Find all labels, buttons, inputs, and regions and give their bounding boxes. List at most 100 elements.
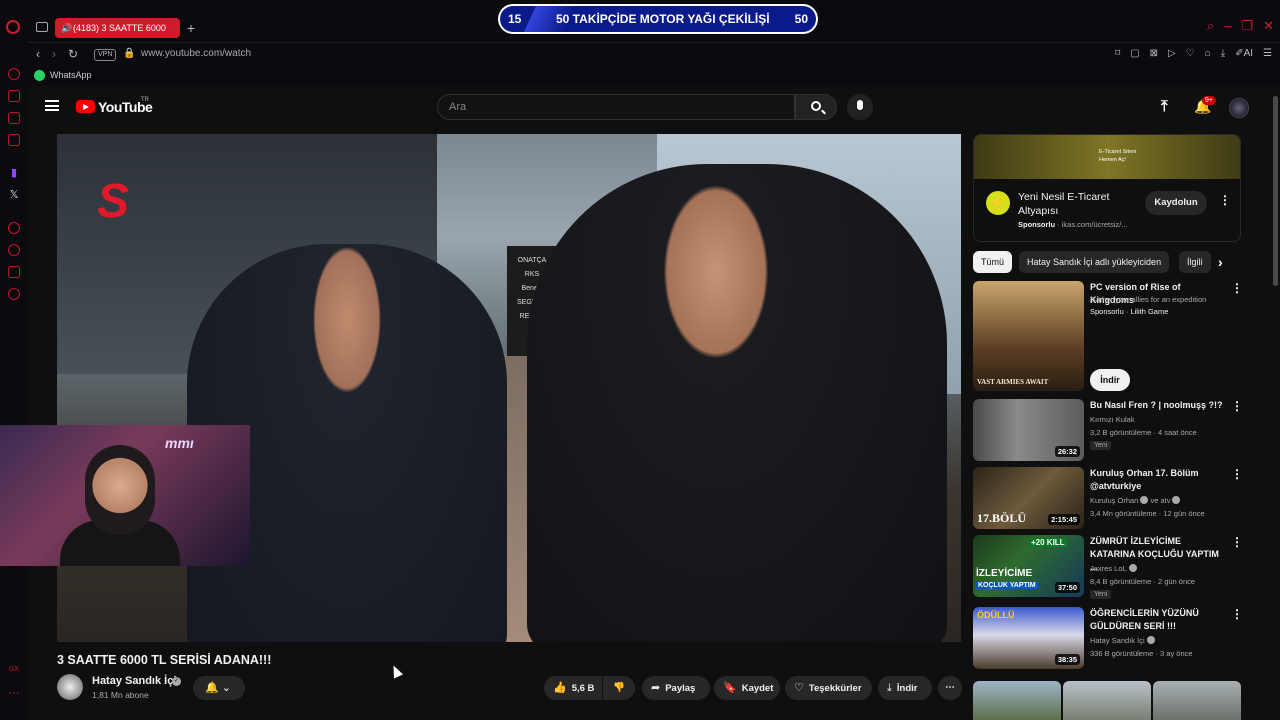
rec-channel[interactable]: Jaxres LoL: [1090, 564, 1137, 573]
chevron-right-icon[interactable]: ›: [1218, 254, 1223, 270]
rec-title[interactable]: Kuruluş Orhan 17. Bölüm @atvturkiye: [1090, 467, 1226, 493]
search-tabs-icon[interactable]: ⌕: [1207, 18, 1214, 34]
close-icon[interactable]: ✕: [1263, 18, 1274, 34]
easy-setup-icon[interactable]: ☰: [1263, 48, 1272, 59]
sponsored-ad-card[interactable]: E-Ticaret Siteni Hemen Aç! ⚡ Yeni Nesil …: [973, 134, 1241, 242]
wallet-icon[interactable]: ⌂: [1205, 48, 1211, 59]
bookmark-whatsapp[interactable]: WhatsApp: [50, 70, 92, 80]
reload-icon[interactable]: ↻: [68, 47, 78, 61]
more-vert-icon[interactable]: ⋮: [1231, 399, 1243, 413]
whatsapp-icon[interactable]: [34, 70, 45, 81]
minimize-icon[interactable]: –: [1224, 18, 1231, 34]
ad-signup-button[interactable]: Kaydolun: [1145, 191, 1207, 215]
opera-gx-logo-icon[interactable]: [6, 20, 20, 34]
chip-from-uploader[interactable]: Hatay Sandık İçi adlı yükleyiciden: [1019, 251, 1170, 273]
ad-more-icon[interactable]: ⋮: [1219, 193, 1231, 207]
music-player-icon[interactable]: [8, 222, 20, 234]
player-icon[interactable]: ▷: [1168, 48, 1176, 59]
thumbnail[interactable]: 17.BÖLÜ 2:15:45: [973, 467, 1084, 529]
channel-name[interactable]: Hatay Sandık İçi: [92, 675, 176, 687]
list-item[interactable]: +20 KILL İZLEYİCİME KOÇLUK YAPTIM 37:50 …: [973, 535, 1243, 599]
short-thumbnail[interactable]: [1153, 681, 1241, 720]
lock-icon[interactable]: 🔒: [123, 48, 135, 59]
channel-avatar[interactable]: [57, 674, 83, 700]
chip-related[interactable]: İlgili: [1179, 251, 1211, 273]
hamburger-menu-icon[interactable]: [45, 100, 59, 111]
youtube-logo-icon[interactable]: [76, 100, 95, 113]
subscription-bell-button[interactable]: 🔔 ⌄: [193, 676, 245, 700]
twitch-icon[interactable]: ▮: [8, 166, 20, 179]
chip-all[interactable]: Tümü: [973, 251, 1013, 273]
rec-sponsor: Sponsorlu · Lilith Game: [1090, 307, 1169, 316]
forward-icon[interactable]: ›: [52, 47, 56, 61]
list-item[interactable]: VAST ARMIES AWAIT PC version of Rise of …: [973, 281, 1243, 391]
thanks-button[interactable]: ♡ Teşekkürler: [785, 676, 872, 700]
new-tab-button[interactable]: +: [184, 18, 198, 38]
short-thumbnail[interactable]: [973, 681, 1061, 720]
heart-icon[interactable]: ♡: [1186, 48, 1195, 59]
like-button[interactable]: 👍 5,6 B: [544, 676, 602, 700]
search-input[interactable]: Ara: [437, 94, 795, 120]
more-vert-icon[interactable]: ⋮: [1231, 467, 1243, 481]
share-button[interactable]: ➦ Paylaş: [642, 676, 710, 700]
browser-sidebar: ▮ 𝕏 GX ⋯: [0, 42, 28, 720]
messenger-icon[interactable]: [8, 134, 20, 146]
rec-channel[interactable]: Kuruluş Orhan ve atv: [1090, 496, 1181, 505]
tab-islands-icon[interactable]: [36, 22, 48, 32]
adblock-icon[interactable]: ⊠: [1150, 48, 1158, 59]
history-icon[interactable]: [8, 244, 20, 256]
page-scrollbar[interactable]: [1271, 86, 1280, 720]
video-title: 3 SAATTE 6000 TL SERİSİ ADANA!!!: [57, 653, 272, 667]
chevron-down-icon: ⌄: [221, 682, 231, 694]
sidebar-more-icon[interactable]: ⋯: [8, 686, 20, 699]
create-upload-icon[interactable]: ⤒: [1161, 98, 1168, 115]
maximize-icon[interactable]: ❐: [1241, 18, 1253, 34]
download-button[interactable]: ⤓ İndir: [878, 676, 932, 700]
account-avatar[interactable]: [1229, 98, 1249, 118]
thumbnail[interactable]: 26:32: [973, 399, 1084, 461]
install-button[interactable]: İndir: [1090, 369, 1130, 391]
vpn-badge[interactable]: VPN: [94, 49, 117, 61]
thumbnail[interactable]: VAST ARMIES AWAIT: [973, 281, 1084, 391]
bookmark-icon[interactable]: ⌑: [1115, 48, 1120, 59]
gx-corner-icon[interactable]: [8, 90, 20, 102]
dislike-button[interactable]: 👎: [603, 676, 635, 700]
list-item[interactable]: ÖDÜLLÜ 38:35 ÖĞRENCİLERİN YÜZÜNÜ GÜLDÜRE…: [973, 607, 1243, 669]
rec-channel[interactable]: Kırmızı Kulak: [1090, 415, 1135, 424]
save-button[interactable]: 🔖 Kaydet: [714, 676, 780, 700]
voice-search-button[interactable]: [847, 94, 873, 120]
rec-channel[interactable]: Hatay Sandık İçi: [1090, 636, 1155, 645]
list-item[interactable]: 26:32 Bu Nasıl Fren ? | noolmuşş ?!? Kır…: [973, 399, 1243, 461]
share-label: Paylaş: [665, 683, 696, 694]
thumbnail-badge: +20 KILL: [1029, 538, 1067, 547]
snapshot-icon[interactable]: ▢: [1130, 48, 1139, 59]
gx-cleaner-icon[interactable]: [8, 112, 20, 124]
rec-title[interactable]: Bu Nasıl Fren ? | noolmuşş ?!?: [1090, 399, 1226, 412]
ad-title[interactable]: Yeni Nesil E-Ticaret Altyapısı: [1018, 190, 1148, 218]
more-vert-icon[interactable]: ⋮: [1231, 281, 1243, 295]
more-vert-icon[interactable]: ⋮: [1231, 535, 1243, 549]
rec-title[interactable]: ÖĞRENCİLERİN YÜZÜNÜ GÜLDÜREN SERİ !!!: [1090, 607, 1226, 633]
rec-views: 3,2 B görüntüleme · 4 saat önce: [1090, 428, 1197, 437]
scroll-thumb[interactable]: [1273, 96, 1278, 286]
more-actions-button[interactable]: ⋯: [938, 676, 962, 700]
goal-current: 15: [508, 12, 522, 26]
list-item[interactable]: 17.BÖLÜ 2:15:45 Kuruluş Orhan 17. Bölüm …: [973, 467, 1243, 529]
thumbnail[interactable]: ÖDÜLLÜ 38:35: [973, 607, 1084, 669]
aria-ai-button[interactable]: ✐AI: [1235, 48, 1253, 59]
extensions-icon[interactable]: [8, 266, 20, 278]
back-icon[interactable]: ‹: [36, 47, 40, 61]
gx-control-icon[interactable]: [8, 68, 20, 80]
url-field[interactable]: www.youtube.com/watch: [141, 48, 251, 59]
youtube-page: YouTube TR Ara ⤒ 🔔 9+ S ONATÇA RKS Benel…: [0, 86, 1280, 720]
tab-youtube[interactable]: 🔊 (4183) 3 SAATTE 6000: [55, 18, 180, 38]
x-twitter-icon[interactable]: 𝕏: [8, 188, 20, 201]
thumbnail[interactable]: +20 KILL İZLEYİCİME KOÇLUK YAPTIM 37:50: [973, 535, 1084, 597]
settings-gear-icon[interactable]: [8, 288, 20, 300]
download-icon[interactable]: ⤓: [1221, 48, 1225, 59]
search-button[interactable]: [795, 94, 837, 120]
more-vert-icon[interactable]: ⋮: [1231, 607, 1243, 621]
short-thumbnail[interactable]: [1063, 681, 1151, 720]
speaker-icon[interactable]: 🔊: [61, 18, 72, 38]
ad-banner-image[interactable]: E-Ticaret Siteni Hemen Aç!: [974, 135, 1240, 179]
